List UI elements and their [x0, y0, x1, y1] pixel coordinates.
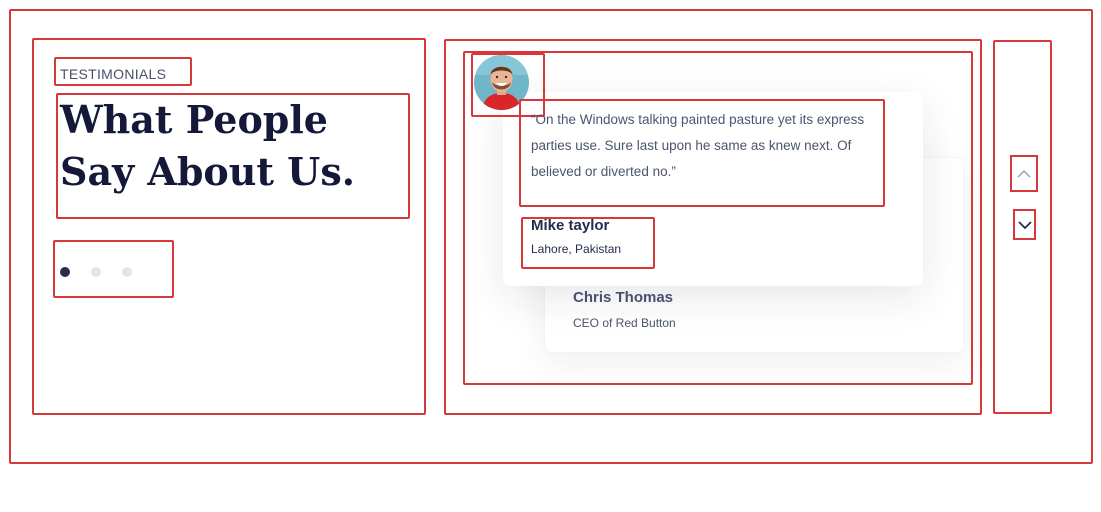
pagination-dot-3[interactable] [122, 267, 132, 277]
next-testimonial-button[interactable] [1013, 209, 1036, 240]
testimonial-quote: “On the Windows talking painted pasture … [531, 112, 865, 179]
section-eyebrow: TESTIMONIALS [60, 66, 167, 82]
section-title: What People Say About Us. [60, 97, 355, 194]
author-location: Lahore, Pakistan [531, 242, 622, 256]
chevron-up-icon [1017, 169, 1031, 178]
chevron-down-icon [1017, 220, 1032, 229]
pagination-dot-1[interactable] [60, 267, 70, 277]
previous-testimonial-button[interactable] [1010, 155, 1038, 192]
pagination-dot-2[interactable] [91, 267, 101, 277]
author-name: Mike taylor [531, 217, 610, 234]
pagination-outline [53, 240, 174, 298]
